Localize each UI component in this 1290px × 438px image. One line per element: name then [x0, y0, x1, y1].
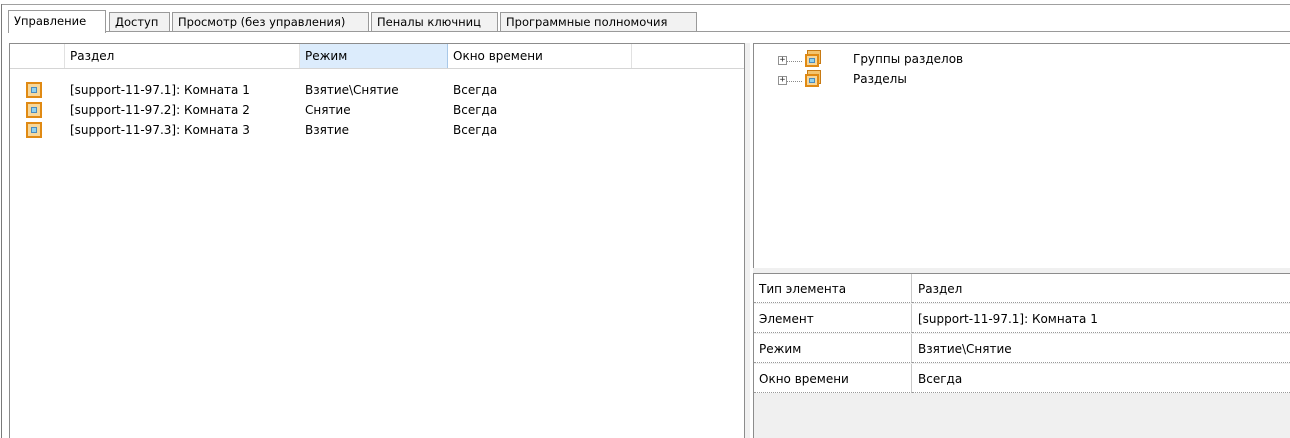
- tab-content-border: [8, 31, 1290, 32]
- window-left-border: [1, 4, 2, 438]
- grid-header-mode[interactable]: Режим: [300, 44, 448, 68]
- tab-program-permissions[interactable]: Программные полномочия: [500, 12, 697, 31]
- table-row[interactable]: [support-11-97.1]: Комната 1 Взятие\Снят…: [10, 82, 744, 98]
- section-icon: [26, 122, 42, 138]
- tab-view-only[interactable]: Просмотр (без управления): [172, 12, 369, 31]
- vertical-splitter[interactable]: [745, 43, 750, 438]
- property-name: Режим: [754, 334, 912, 363]
- property-value: Взятие\Снятие: [912, 334, 1290, 363]
- row-time-window: Всегда: [453, 123, 498, 137]
- row-mode: Взятие: [305, 123, 350, 137]
- property-grid: Тип элемента Раздел Элемент [support-11-…: [753, 273, 1290, 438]
- row-mode: Взятие\Снятие: [305, 83, 399, 97]
- property-value: Всегда: [912, 364, 1290, 393]
- property-row[interactable]: Элемент [support-11-97.1]: Комната 1: [754, 304, 1290, 334]
- row-time-window: Всегда: [453, 83, 498, 97]
- tree-node-label: Разделы: [853, 72, 907, 86]
- row-section: [support-11-97.3]: Комната 3: [70, 123, 250, 137]
- property-row[interactable]: Окно времени Всегда: [754, 364, 1290, 394]
- grid-header-section[interactable]: Раздел: [65, 44, 300, 68]
- sections-tree: + Группы разделов + Разделы: [753, 43, 1290, 268]
- property-value: [support-11-97.1]: Комната 1: [912, 304, 1290, 333]
- grid-header-time-window[interactable]: Окно времени: [448, 44, 632, 68]
- grid-header-icon-column[interactable]: [10, 44, 65, 68]
- tree-node-sections[interactable]: + Разделы: [754, 70, 1154, 90]
- row-section: [support-11-97.1]: Комната 1: [70, 83, 250, 97]
- tab-management[interactable]: Управление: [8, 10, 106, 33]
- section-icon: [26, 82, 42, 98]
- expand-icon[interactable]: +: [778, 56, 787, 65]
- sections-icon: [805, 70, 821, 87]
- row-section: [support-11-97.2]: Комната 2: [70, 103, 250, 117]
- property-row[interactable]: Тип элемента Раздел: [754, 274, 1290, 304]
- tab-access[interactable]: Доступ: [109, 12, 170, 31]
- row-mode: Снятие: [305, 103, 351, 117]
- window: Управление Доступ Просмотр (без управлен…: [0, 0, 1290, 438]
- grid-header-filler: [632, 44, 744, 68]
- table-row[interactable]: [support-11-97.3]: Комната 3 Взятие Всег…: [10, 122, 744, 138]
- section-icon: [26, 102, 42, 118]
- window-top-border: [1, 4, 1290, 5]
- tree-connector: [787, 81, 802, 82]
- property-row[interactable]: Режим Взятие\Снятие: [754, 334, 1290, 364]
- property-name: Окно времени: [754, 364, 912, 393]
- table-row[interactable]: [support-11-97.2]: Комната 2 Снятие Всег…: [10, 102, 744, 118]
- tree-connector: [787, 61, 802, 62]
- property-value: Раздел: [912, 274, 1290, 303]
- grid-header: Раздел Режим Окно времени: [10, 44, 744, 69]
- tab-key-cases[interactable]: Пеналы ключниц: [371, 12, 498, 31]
- row-time-window: Всегда: [453, 103, 498, 117]
- section-group-icon: [805, 50, 821, 67]
- sections-grid: Раздел Режим Окно времени [support-11-97…: [9, 43, 745, 438]
- property-name: Тип элемента: [754, 274, 912, 303]
- property-name: Элемент: [754, 304, 912, 333]
- expand-icon[interactable]: +: [778, 76, 787, 85]
- tree-node-label: Группы разделов: [853, 52, 964, 66]
- tree-node-section-groups[interactable]: + Группы разделов: [754, 50, 1154, 70]
